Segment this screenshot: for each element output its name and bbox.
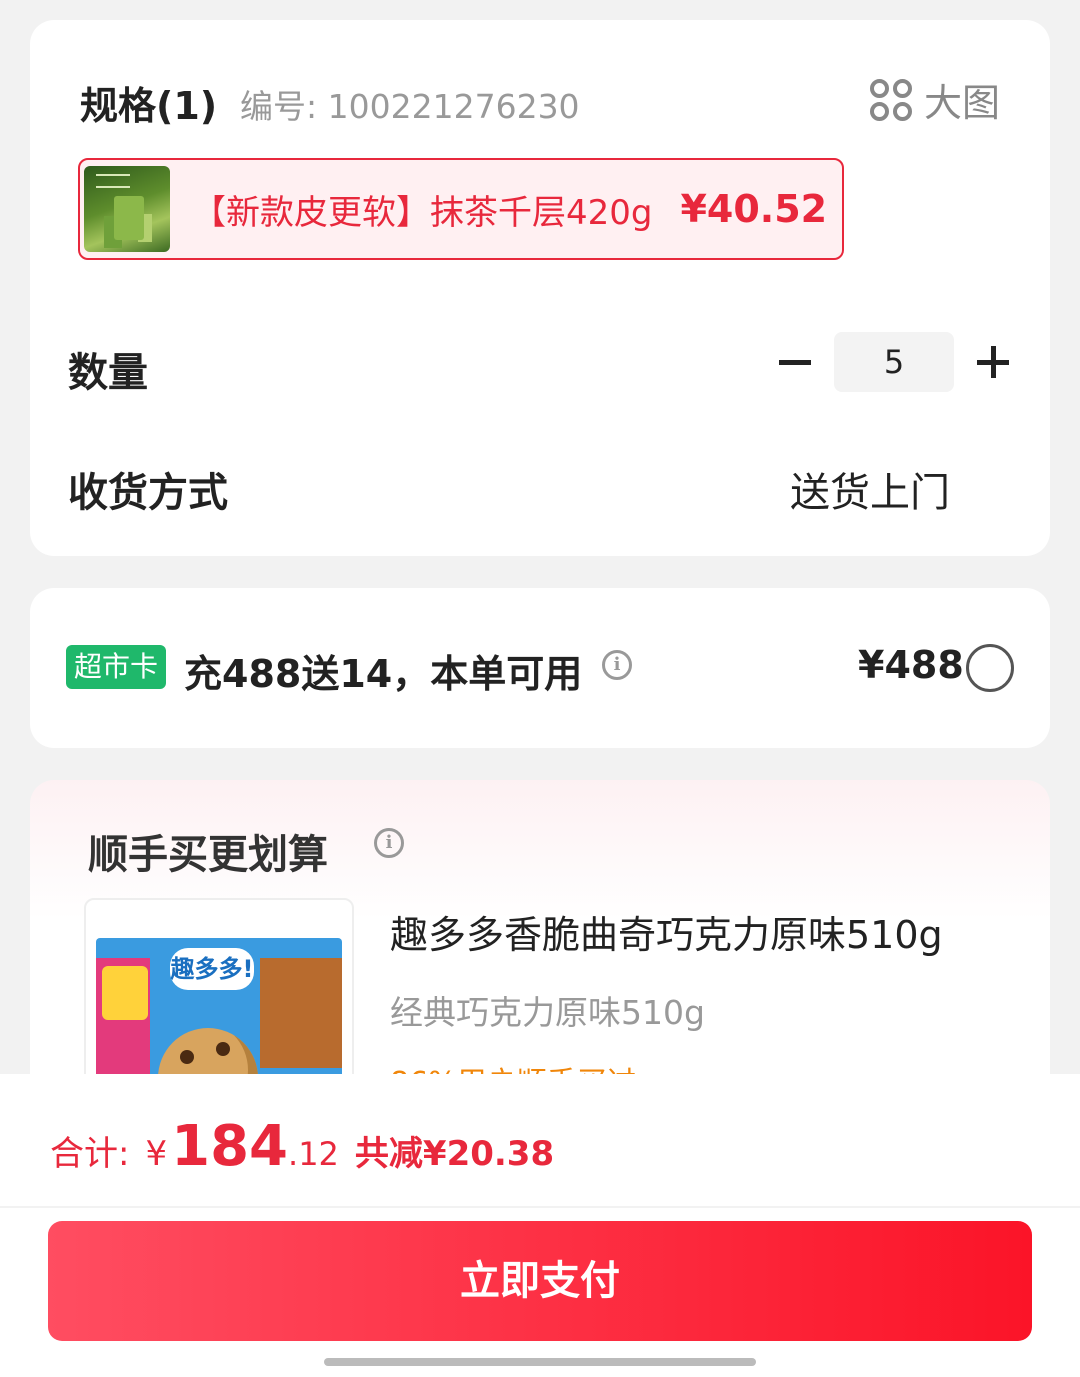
member-card-offer[interactable]: 超市卡 充488送14，本单可用 i ¥488 — [30, 588, 1050, 748]
home-indicator[interactable] — [324, 1358, 756, 1366]
addon-thumb-logo: 趣多多! — [170, 948, 254, 990]
shipping-label: 收货方式 — [68, 470, 228, 516]
spec-code: 编号: 100221276230 — [240, 87, 580, 126]
divider — [0, 1206, 1080, 1208]
total-decimal: .12 — [288, 1135, 339, 1173]
sku-thumbnail — [84, 166, 170, 252]
quantity-input[interactable]: 5 — [834, 332, 954, 392]
savings-text: 共减¥20.38 — [354, 1134, 555, 1174]
addon-product-name[interactable]: 趣多多香脆曲奇巧克力原味510g — [390, 904, 943, 959]
checkout-bar: 合计: ¥ 184 .12 共减¥20.38 立即支付 — [0, 1074, 1080, 1377]
spec-title: 规格(1) — [80, 84, 218, 128]
sku-name: 【新款皮更软】抹茶千层420g — [192, 192, 653, 233]
big-image-label: 大图 — [923, 81, 1000, 125]
big-image-button[interactable]: 大图 — [869, 72, 1000, 127]
shipping-method-value[interactable]: 送货上门 — [790, 460, 950, 518]
spec-card: 规格(1) 编号: 100221276230 大图 【新款皮更软】抹茶千层420… — [30, 20, 1050, 556]
grid-view-icon — [869, 78, 912, 121]
info-icon[interactable]: i — [374, 828, 404, 858]
quantity-increase-button[interactable] — [968, 340, 1018, 384]
quantity-label: 数量 — [68, 350, 148, 396]
pay-now-button[interactable]: 立即支付 — [48, 1221, 1032, 1341]
total-price: 合计: ¥ 184 .12 共减¥20.38 — [50, 1114, 554, 1179]
supermarket-card-badge: 超市卡 — [66, 645, 167, 689]
total-label: 合计: — [50, 1134, 130, 1174]
total-integer: 184 — [171, 1114, 289, 1179]
member-card-text: 充488送14，本单可用 — [184, 652, 583, 696]
quantity-decrease-button[interactable] — [770, 340, 820, 384]
sku-price: ¥40.52 — [680, 187, 828, 231]
member-card-price: ¥488 — [858, 643, 964, 687]
info-icon[interactable]: i — [602, 650, 632, 680]
member-card-radio[interactable] — [966, 644, 1014, 692]
addon-title: 顺手买更划算 — [88, 832, 328, 878]
currency-symbol: ¥ — [145, 1134, 168, 1174]
sku-option-selected[interactable]: 【新款皮更软】抹茶千层420g ¥40.52 — [78, 158, 844, 260]
addon-product-spec: 经典巧克力原味510g — [390, 993, 705, 1032]
